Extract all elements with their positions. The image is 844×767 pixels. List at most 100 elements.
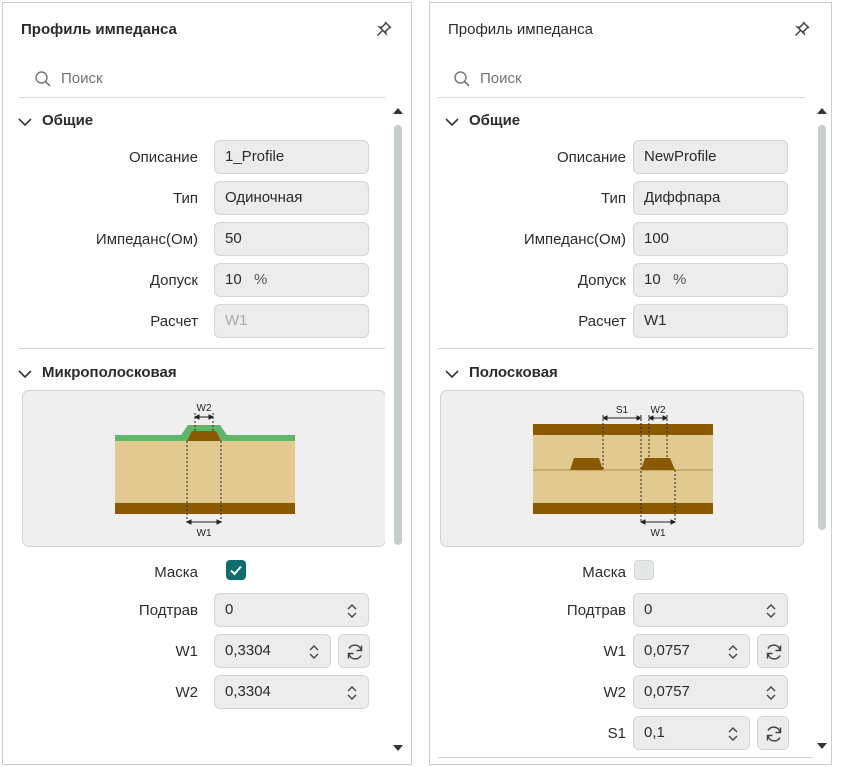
scroll-down-icon[interactable] (816, 742, 828, 750)
etch-value: 0 (644, 601, 653, 618)
w1-label: W1 (175, 643, 199, 660)
check-icon (230, 565, 242, 576)
tolerance-label: Допуск (577, 272, 626, 289)
pin-icon[interactable] (375, 20, 393, 38)
w2-row: W2 0,3304 (3, 675, 385, 711)
w1-value: 0,3304 (225, 642, 271, 659)
ground-plane (115, 503, 295, 514)
mask-checkbox[interactable] (634, 560, 654, 580)
scroll-up-icon[interactable] (816, 107, 828, 115)
recalculate-w1-button[interactable] (338, 634, 370, 668)
description-field[interactable]: NewProfile (633, 140, 788, 174)
calc-field: W1 (214, 304, 369, 338)
type-label: Тип (172, 190, 198, 207)
w1-stepper[interactable]: 0,3304 (214, 634, 331, 668)
tolerance-row: Допуск 10 % (3, 263, 385, 299)
section-general-label: Общие (469, 112, 521, 129)
w2-label: W2 (603, 684, 627, 701)
impedance-label: Импеданс(Ом) (95, 231, 198, 248)
dielectric-layer (115, 441, 295, 503)
calc-label: Расчет (150, 313, 198, 330)
description-label: Описание (128, 149, 198, 166)
section-divider (438, 348, 813, 349)
w2-stepper[interactable]: 0,0757 (633, 675, 788, 709)
etch-row: Подтрав 0 (3, 593, 385, 629)
calc-field[interactable]: W1 (633, 304, 788, 338)
spinner-icon[interactable] (727, 644, 739, 660)
spinner-icon[interactable] (346, 685, 358, 701)
microstrip-cross-section: W2 W1 (115, 403, 295, 539)
spinner-icon[interactable] (765, 685, 777, 701)
recalculate-s1-button[interactable] (757, 716, 789, 750)
etch-row: Подтрав 0 (430, 593, 813, 629)
panel-title: Профиль импеданса (448, 21, 593, 38)
section-general-label: Общие (42, 112, 94, 129)
etch-stepper[interactable]: 0 (214, 593, 369, 627)
tolerance-field[interactable]: 10 % (214, 263, 369, 297)
scrollbar-thumb[interactable] (394, 125, 402, 545)
recalculate-w1-button[interactable] (757, 634, 789, 668)
section-stripline-label: Полосковая (469, 364, 558, 381)
impedance-profile-panel-left: Профиль импеданса Поиск Общие Описание 1… (2, 2, 412, 765)
stripline-diagram: S1 W2 W1 (440, 390, 804, 547)
w2-label: W2 (175, 684, 199, 701)
type-field[interactable]: Диффпара (633, 181, 788, 215)
etch-stepper[interactable]: 0 (633, 593, 788, 627)
diagram-w1-label: W1 (651, 528, 666, 539)
s1-value: 0,1 (644, 724, 665, 741)
section-divider (438, 757, 813, 758)
chevron-down-icon (445, 118, 459, 127)
mask-row: Маска (430, 555, 813, 591)
mask-checkbox[interactable] (226, 560, 246, 580)
scrollbar[interactable] (813, 103, 831, 764)
spinner-icon[interactable] (727, 726, 739, 742)
refresh-icon (347, 644, 363, 660)
chevron-down-icon (445, 370, 459, 379)
tolerance-field[interactable]: 10 % (633, 263, 788, 297)
diagram-s1-label: S1 (616, 405, 629, 416)
impedance-label: Импеданс(Ом) (523, 231, 626, 248)
search-bar[interactable]: Поиск (19, 61, 385, 98)
pin-icon[interactable] (793, 20, 811, 38)
w2-stepper[interactable]: 0,3304 (214, 675, 369, 709)
spinner-icon[interactable] (765, 603, 777, 619)
calc-row: Расчет W1 (3, 304, 385, 340)
impedance-field[interactable]: 100 (633, 222, 788, 256)
type-label: Тип (600, 190, 626, 207)
search-icon (454, 71, 470, 87)
scrollbar[interactable] (385, 103, 411, 764)
search-input[interactable]: Поиск (61, 70, 103, 87)
w2-value: 0,3304 (225, 683, 271, 700)
impedance-row: Импеданс(Ом) 100 (430, 222, 813, 258)
description-field[interactable]: 1_Profile (214, 140, 369, 174)
scroll-down-icon[interactable] (392, 744, 404, 752)
w1-label: W1 (603, 643, 627, 660)
s1-stepper[interactable]: 0,1 (633, 716, 750, 750)
tolerance-unit: % (673, 271, 687, 288)
w1-row: W1 0,0757 (430, 634, 813, 670)
calc-label: Расчет (578, 313, 626, 330)
type-row: Тип Диффпара (430, 181, 813, 217)
panel-title: Профиль импеданса (21, 21, 177, 38)
spinner-icon[interactable] (308, 644, 320, 660)
description-row: Описание NewProfile (430, 140, 813, 176)
search-bar[interactable]: Поиск (438, 61, 805, 98)
scrollbar-thumb[interactable] (818, 125, 826, 530)
tolerance-row: Допуск 10 % (430, 263, 813, 299)
search-input[interactable]: Поиск (480, 70, 522, 87)
refresh-icon (766, 644, 782, 660)
bottom-ground-plane (533, 503, 713, 514)
type-field[interactable]: Одиночная (214, 181, 369, 215)
search-icon (35, 71, 51, 87)
properties-content: Общие Описание NewProfile Тип Диффпара И… (430, 103, 813, 764)
tolerance-value: 10 (644, 271, 661, 288)
mask-row: Маска (3, 555, 385, 591)
properties-content: Общие Описание 1_Profile Тип Одиночная И… (3, 103, 385, 764)
w1-stepper[interactable]: 0,0757 (633, 634, 750, 668)
spinner-icon[interactable] (346, 603, 358, 619)
impedance-row: Импеданс(Ом) 50 (3, 222, 385, 258)
chevron-down-icon (18, 118, 32, 127)
description-row: Описание 1_Profile (3, 140, 385, 176)
impedance-field[interactable]: 50 (214, 222, 369, 256)
scroll-up-icon[interactable] (392, 107, 404, 115)
